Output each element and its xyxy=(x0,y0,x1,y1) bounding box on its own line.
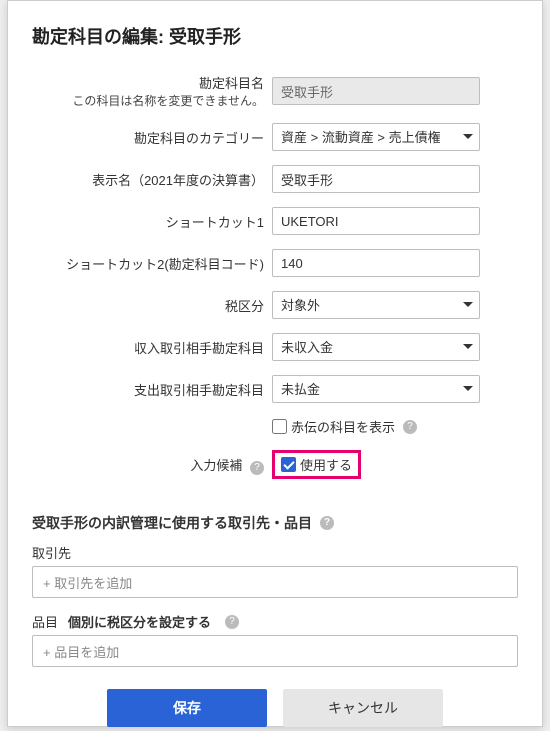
account-name-value: 受取手形 xyxy=(272,77,480,105)
category-select[interactable]: 資産 > 流動資産 > 売上債権 xyxy=(272,123,480,151)
display-name-input[interactable] xyxy=(272,165,480,193)
edit-account-modal: 勘定科目の編集: 受取手形 勘定科目名 この科目は名称を変更できません。 受取手… xyxy=(7,0,543,727)
red-slip-checkbox[interactable] xyxy=(272,419,287,434)
button-row: 保存 キャンセル xyxy=(32,689,518,727)
item-label-row: 品目 個別に税区分を設定する ? xyxy=(32,612,518,631)
help-icon[interactable]: ? xyxy=(403,420,417,434)
label-display-name: 表示名（2021年度の決算書） xyxy=(32,170,272,189)
label-account-name: 勘定科目名 この科目は名称を変更できません。 xyxy=(32,73,272,109)
save-button[interactable]: 保存 xyxy=(107,689,267,727)
label-category: 勘定科目のカテゴリー xyxy=(32,128,272,147)
row-red-slip: 赤伝の科目を表示 ? xyxy=(32,417,518,436)
label-tax: 税区分 xyxy=(32,296,272,315)
label-shortcut2: ショートカット2(勘定科目コード) xyxy=(32,254,272,273)
suggestion-label-text: 入力候補 xyxy=(190,458,242,473)
detail-section-title: 受取手形の内訳管理に使用する取引先・品目 ? xyxy=(32,513,518,533)
partner-tag-input[interactable]: + 取引先を追加 xyxy=(32,566,518,598)
expense-account-select[interactable]: 未払金 xyxy=(272,375,480,403)
tax-select[interactable]: 対象外 xyxy=(272,291,480,319)
row-shortcut1: ショートカット1 xyxy=(32,207,518,235)
row-category: 勘定科目のカテゴリー 資産 > 流動資産 > 売上債権 xyxy=(32,123,518,151)
red-slip-label: 赤伝の科目を表示 xyxy=(291,417,395,436)
row-account-name: 勘定科目名 この科目は名称を変更できません。 受取手形 xyxy=(32,73,518,109)
item-sublink[interactable]: 個別に税区分を設定する xyxy=(68,612,211,631)
suggestion-highlight: 使用する xyxy=(272,450,361,479)
row-shortcut2: ショートカット2(勘定科目コード) xyxy=(32,249,518,277)
shortcut1-input[interactable] xyxy=(272,207,480,235)
row-suggestion: 入力候補 ? 使用する xyxy=(32,450,518,479)
item-tag-input[interactable]: + 品目を追加 xyxy=(32,635,518,667)
partner-label: 取引先 xyxy=(32,543,71,562)
shortcut2-input[interactable] xyxy=(272,249,480,277)
detail-section-title-text: 受取手形の内訳管理に使用する取引先・品目 xyxy=(32,513,312,533)
suggestion-checkbox-label: 使用する xyxy=(300,455,352,474)
suggestion-checkbox[interactable] xyxy=(281,457,296,472)
income-account-select[interactable]: 未収入金 xyxy=(272,333,480,361)
partner-label-row: 取引先 xyxy=(32,543,518,562)
cancel-button[interactable]: キャンセル xyxy=(283,689,443,727)
row-tax: 税区分 対象外 xyxy=(32,291,518,319)
partner-placeholder: + 取引先を追加 xyxy=(43,573,132,592)
help-icon[interactable]: ? xyxy=(225,615,239,629)
row-display-name: 表示名（2021年度の決算書） xyxy=(32,165,518,193)
row-expense-account: 支出取引相手勘定科目 未払金 xyxy=(32,375,518,403)
label-expense-account: 支出取引相手勘定科目 xyxy=(32,380,272,399)
help-icon[interactable]: ? xyxy=(320,516,334,530)
account-name-label-text: 勘定科目名 xyxy=(32,73,264,92)
item-label: 品目 xyxy=(32,612,58,631)
label-shortcut1: ショートカット1 xyxy=(32,212,272,231)
row-income-account: 収入取引相手勘定科目 未収入金 xyxy=(32,333,518,361)
account-name-sublabel: この科目は名称を変更できません。 xyxy=(32,92,264,109)
item-placeholder: + 品目を追加 xyxy=(43,642,119,661)
label-income-account: 収入取引相手勘定科目 xyxy=(32,338,272,357)
help-icon[interactable]: ? xyxy=(250,461,264,475)
label-suggestion: 入力候補 ? xyxy=(32,455,272,475)
modal-title: 勘定科目の編集: 受取手形 xyxy=(32,23,518,49)
